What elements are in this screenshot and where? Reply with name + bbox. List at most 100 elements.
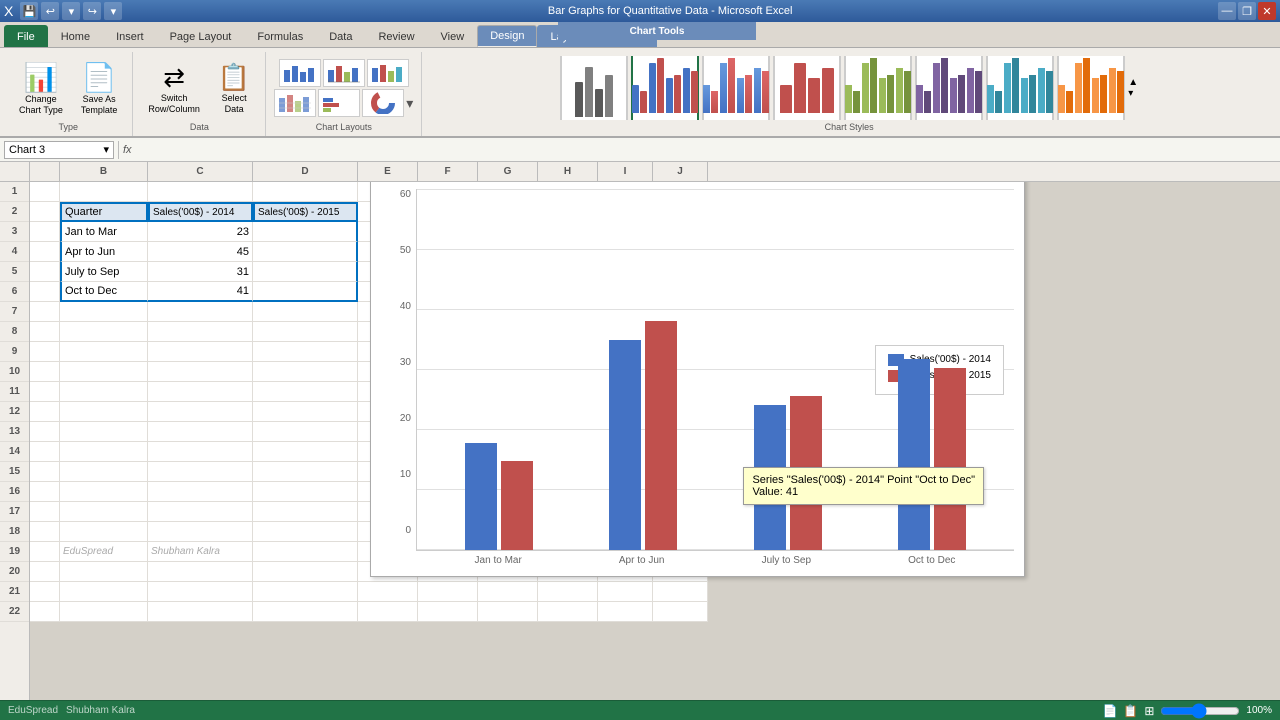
cell-b1[interactable] bbox=[60, 182, 148, 202]
styles-scroll[interactable]: ▲ ▾ bbox=[1128, 73, 1138, 103]
customize-btn[interactable]: ▾ bbox=[104, 2, 122, 20]
cell-d4[interactable] bbox=[253, 242, 358, 262]
cell-d5[interactable] bbox=[253, 262, 358, 282]
chart-y-axis: 60 50 40 30 20 10 0 bbox=[381, 189, 416, 566]
undo-btn[interactable]: ↩ bbox=[41, 2, 59, 20]
col-header-e[interactable]: E bbox=[358, 162, 418, 181]
cell-c2[interactable]: Sales('00$) - 2014 bbox=[148, 202, 253, 222]
chart-style-3[interactable] bbox=[702, 56, 770, 120]
cell-b3[interactable]: Jan to Mar bbox=[60, 222, 148, 242]
chart-style-4[interactable] bbox=[773, 56, 841, 120]
save-quick-btn[interactable]: 💾 bbox=[20, 2, 38, 20]
name-box[interactable]: Chart 3 ▾ bbox=[4, 141, 114, 159]
tab-data[interactable]: Data bbox=[316, 25, 365, 47]
normal-view-btn[interactable]: 📄 bbox=[1102, 704, 1117, 718]
name-box-dropdown[interactable]: ▾ bbox=[103, 143, 109, 156]
chart-style-2[interactable] bbox=[631, 56, 699, 120]
layout-dropdown-btn[interactable]: ▾ bbox=[406, 95, 413, 112]
bar-2015-oct[interactable] bbox=[934, 368, 966, 550]
layout-2[interactable]: 0 bbox=[323, 59, 365, 87]
bar-group-oct-dec[interactable] bbox=[898, 359, 966, 550]
minimize-btn[interactable]: — bbox=[1218, 2, 1236, 20]
bar-2014-apr[interactable] bbox=[609, 340, 641, 550]
cell-a4[interactable] bbox=[30, 242, 60, 262]
table-row bbox=[30, 582, 1280, 602]
y-label-30: 30 bbox=[400, 357, 411, 368]
chart-style-8[interactable] bbox=[1057, 56, 1125, 120]
cell-a1[interactable] bbox=[30, 182, 60, 202]
ribbon: 📊 ChangeChart Type 📄 Save AsTemplate Typ… bbox=[0, 48, 1280, 138]
col-header-j[interactable]: J bbox=[653, 162, 708, 181]
cell-c6[interactable]: 41 bbox=[148, 282, 253, 302]
cell-c5[interactable]: 31 bbox=[148, 262, 253, 282]
layout-4[interactable] bbox=[274, 89, 316, 117]
formula-input[interactable] bbox=[136, 141, 1276, 159]
tab-view[interactable]: View bbox=[428, 25, 478, 47]
save-as-template-label: Save AsTemplate bbox=[81, 94, 118, 116]
row-num-16: 16 bbox=[0, 482, 29, 502]
restore-btn[interactable]: ❐ bbox=[1238, 2, 1256, 20]
page-break-btn[interactable]: ⊞ bbox=[1144, 704, 1154, 718]
bar-2015-apr[interactable] bbox=[645, 321, 677, 550]
save-as-template-btn[interactable]: 📄 Save AsTemplate bbox=[74, 57, 125, 120]
undo-dropdown[interactable]: ▾ bbox=[62, 2, 80, 20]
tab-formulas[interactable]: Formulas bbox=[244, 25, 316, 47]
cells-area: Quarter Sales('00$) - 2014 Sales('00$) -… bbox=[30, 182, 1280, 700]
zoom-slider[interactable] bbox=[1160, 703, 1240, 719]
chart-container[interactable]: ◻ 60 50 40 30 20 10 0 bbox=[370, 182, 1025, 577]
chart-style-6[interactable] bbox=[915, 56, 983, 120]
bar-2014-jan[interactable] bbox=[465, 443, 497, 550]
chart-style-5[interactable] bbox=[844, 56, 912, 120]
bar-2015-jan[interactable] bbox=[501, 461, 533, 550]
cell-d3[interactable] bbox=[253, 222, 358, 242]
layout-1[interactable] bbox=[279, 59, 321, 87]
chart-style-7[interactable] bbox=[986, 56, 1054, 120]
change-chart-type-btn[interactable]: 📊 ChangeChart Type bbox=[12, 57, 70, 120]
col-header-h[interactable]: H bbox=[538, 162, 598, 181]
col-header-b[interactable]: B bbox=[60, 162, 148, 181]
cell-b4[interactable]: Apr to Jun bbox=[60, 242, 148, 262]
table-row bbox=[30, 602, 1280, 622]
cell-a3[interactable] bbox=[30, 222, 60, 242]
col-header-f[interactable]: F bbox=[418, 162, 478, 181]
cell-b5[interactable]: July to Sep bbox=[60, 262, 148, 282]
tab-home[interactable]: Home bbox=[48, 25, 103, 47]
cell-a2[interactable] bbox=[30, 202, 60, 222]
cell-a5[interactable] bbox=[30, 262, 60, 282]
col-header-c[interactable]: C bbox=[148, 162, 253, 181]
redo-btn[interactable]: ↪ bbox=[83, 2, 101, 20]
y-label-0: 0 bbox=[405, 525, 411, 536]
cell-c1[interactable] bbox=[148, 182, 253, 202]
col-header-i[interactable]: I bbox=[598, 162, 653, 181]
layout-6[interactable] bbox=[362, 89, 404, 117]
bar-2014-oct[interactable] bbox=[898, 359, 930, 550]
cell-a6[interactable] bbox=[30, 282, 60, 302]
layout-3[interactable] bbox=[367, 59, 409, 87]
cell-b6[interactable]: Oct to Dec bbox=[60, 282, 148, 302]
tab-insert[interactable]: Insert bbox=[103, 25, 157, 47]
close-btn[interactable]: ✕ bbox=[1258, 2, 1276, 20]
bar-group-apr-jun[interactable] bbox=[609, 321, 677, 550]
select-data-btn[interactable]: 📋 SelectData bbox=[211, 58, 257, 119]
switch-row-column-btn[interactable]: ⇄ SwitchRow/Column bbox=[141, 58, 207, 119]
tab-file[interactable]: File bbox=[4, 25, 48, 47]
cell-d1[interactable] bbox=[253, 182, 358, 202]
fx-label: fx bbox=[123, 144, 132, 156]
layout-view-btn[interactable]: 📋 bbox=[1123, 704, 1138, 718]
tab-design[interactable]: Design bbox=[477, 25, 537, 47]
row-num-13: 13 bbox=[0, 422, 29, 442]
cell-d2[interactable]: Sales('00$) - 2015 bbox=[253, 202, 358, 222]
cell-b2[interactable]: Quarter bbox=[60, 202, 148, 222]
col-header-g[interactable]: G bbox=[478, 162, 538, 181]
col-header-d[interactable]: D bbox=[253, 162, 358, 181]
tab-page-layout[interactable]: Page Layout bbox=[157, 25, 245, 47]
layout-5[interactable] bbox=[318, 89, 360, 117]
chart-style-1[interactable] bbox=[560, 56, 628, 120]
cell-c4[interactable]: 45 bbox=[148, 242, 253, 262]
tab-review[interactable]: Review bbox=[365, 25, 427, 47]
row-num-21: 21 bbox=[0, 582, 29, 602]
cell-d6[interactable] bbox=[253, 282, 358, 302]
bar-group-jan-mar[interactable] bbox=[465, 443, 533, 550]
cell-c3[interactable]: 23 bbox=[148, 222, 253, 242]
chart-bars-area[interactable]: Sales('00$) - 2014 Sales('00$) - 2015 bbox=[416, 189, 1014, 551]
